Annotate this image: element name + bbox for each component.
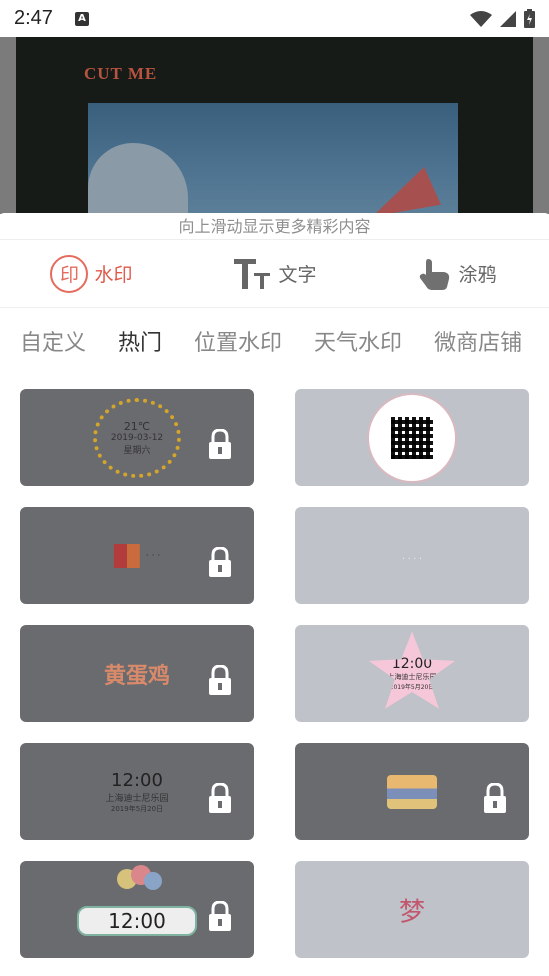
status-bar: 2:47 A	[0, 0, 549, 37]
qr-code-icon	[391, 416, 433, 459]
qr-circle	[367, 392, 457, 483]
seal-stamp-icon: 印	[50, 254, 89, 293]
shop-caption: · · ·	[145, 550, 161, 561]
plane-shape	[365, 165, 441, 214]
frame-place: 上海迪士尼乐园	[105, 793, 169, 804]
template-frame-time[interactable]: 12:00 上海迪士尼乐园 2019年5月20日	[20, 743, 254, 840]
frame-date: 2019年5月20日	[110, 804, 164, 813]
battery-icon	[524, 9, 535, 28]
cake-art	[387, 774, 437, 809]
wifi-icon	[470, 10, 492, 27]
template-signature[interactable]: 梦	[295, 861, 529, 958]
weather-weekday: 星期六	[123, 445, 151, 456]
status-icons	[470, 9, 535, 28]
minimal-art: · · · ·	[402, 546, 422, 565]
balloon-art: 12:00	[77, 906, 197, 937]
star-frame: 12:00 上海迪士尼乐园 2019年5月20日	[368, 631, 456, 709]
category-weather[interactable]: 天气水印	[314, 325, 402, 357]
weather-art: 21℃ 2019-03-12 星期六	[93, 397, 181, 478]
category-custom[interactable]: 自定义	[20, 325, 86, 357]
cloud-shape	[88, 143, 188, 213]
watermark-sheet: 向上滑动显示更多精彩内容 印 水印 文字 涂鸦 自定义 热门 位置水印 天气水印…	[0, 213, 549, 976]
lock-icon	[209, 429, 231, 459]
shop-art: · · ·	[113, 543, 161, 568]
lock-icon	[209, 901, 231, 931]
template-weather[interactable]: 21℃ 2019-03-12 星期六	[20, 389, 254, 486]
star-time: 12:00	[391, 656, 433, 672]
photo-title-text: CUT ME	[84, 64, 158, 83]
template-balloon-time[interactable]: 12:00	[20, 861, 254, 958]
balloon-time: 12:00	[108, 909, 166, 934]
logo-art: 黄蛋鸡	[104, 658, 170, 690]
star-place: 上海迪士尼乐园	[387, 673, 437, 681]
template-star-time[interactable]: 12:00 上海迪士尼乐园 2019年5月20日	[295, 625, 529, 722]
products-icon	[113, 543, 140, 568]
template-qr[interactable]	[295, 389, 529, 486]
weather-date: 2019-03-12	[110, 432, 164, 443]
photo-preview[interactable]: CUT ME	[0, 37, 549, 214]
template-shop[interactable]: · · ·	[20, 507, 254, 604]
tab-doodle[interactable]: 涂鸦	[366, 240, 549, 307]
category-tabs: 自定义 热门 位置水印 天气水印 微商店铺	[0, 308, 549, 374]
photo-image	[88, 103, 458, 214]
category-hot[interactable]: 热门	[118, 325, 162, 357]
star-date: 2019年5月20日	[389, 684, 435, 691]
seal-glyph: 印	[59, 264, 79, 286]
signal-icon	[500, 10, 516, 27]
lock-icon	[209, 665, 231, 695]
tab-text-label: 文字	[278, 264, 317, 286]
logo-caption: 黄蛋鸡	[103, 663, 171, 689]
minimal-caption: · · · ·	[401, 554, 423, 564]
signature-caption: 梦	[398, 897, 426, 927]
qr-art	[367, 392, 457, 483]
lock-icon	[484, 783, 506, 813]
template-grid: 21℃ 2019-03-12 星期六 · · · · · · · 黄蛋鸡 12:…	[20, 389, 529, 958]
lock-icon	[209, 547, 231, 577]
lock-icon	[209, 783, 231, 813]
notification-icon: A	[74, 11, 89, 26]
template-birthday[interactable]	[295, 743, 529, 840]
balloons-icon	[117, 865, 162, 890]
category-location[interactable]: 位置水印	[194, 325, 282, 357]
status-time: 2:47	[14, 7, 53, 29]
signature-art: 梦	[399, 891, 425, 928]
hand-pointer-icon	[420, 258, 450, 290]
wreath-frame: 21℃ 2019-03-12 星期六	[93, 397, 181, 478]
template-minimal[interactable]: · · · ·	[295, 507, 529, 604]
star-art: 12:00 上海迪士尼乐园 2019年5月20日	[367, 631, 457, 716]
swipe-hint: 向上滑动显示更多精彩内容	[0, 213, 549, 240]
text-size-icon	[234, 258, 271, 289]
frame-time-art: 12:00 上海迪士尼乐园 2019年5月20日	[105, 770, 168, 814]
category-shop[interactable]: 微商店铺	[434, 325, 522, 357]
mode-tabs: 印 水印 文字 涂鸦	[0, 240, 549, 308]
frame-time: 12:00	[111, 769, 163, 791]
tab-watermark-label: 水印	[94, 264, 133, 286]
balloon-frame: 12:00	[77, 906, 197, 937]
template-logo[interactable]: 黄蛋鸡	[20, 625, 254, 722]
tab-doodle-label: 涂鸦	[458, 264, 497, 286]
tab-watermark[interactable]: 印 水印	[0, 240, 183, 307]
photo-canvas[interactable]: CUT ME	[16, 37, 533, 214]
tab-text[interactable]: 文字	[183, 240, 366, 307]
cake-icon	[387, 774, 437, 809]
weather-temp: 21℃	[123, 419, 151, 433]
